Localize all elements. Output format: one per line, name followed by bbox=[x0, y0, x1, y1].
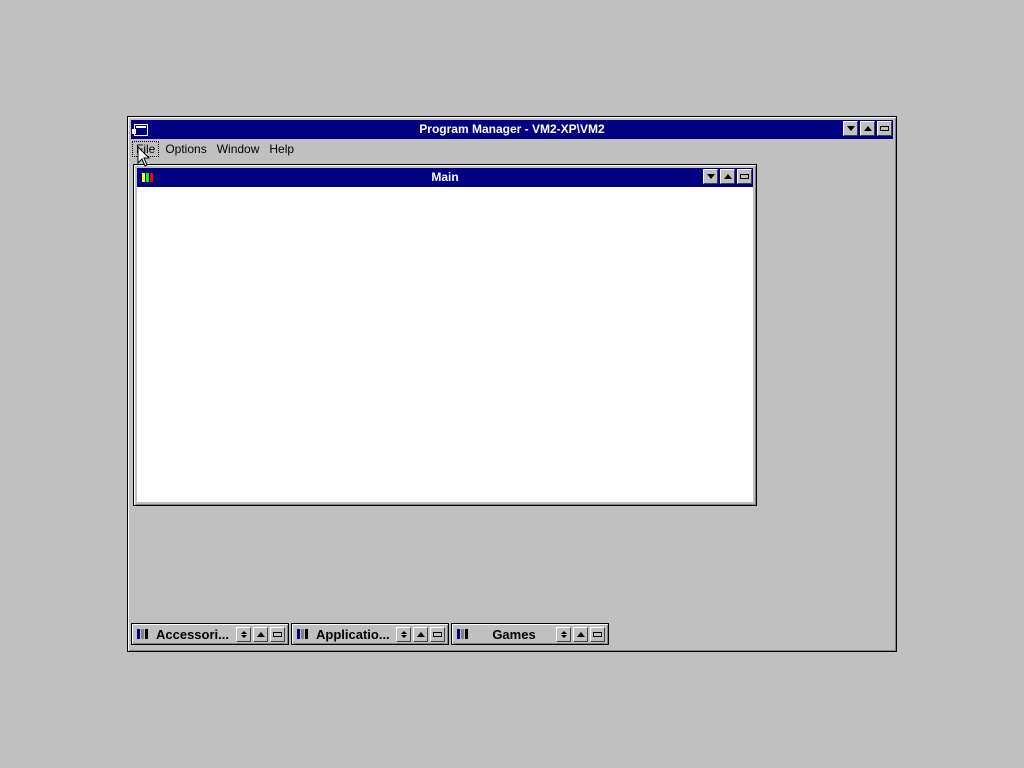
maximize-icon bbox=[416, 631, 425, 637]
group-label: Accessori... bbox=[156, 626, 229, 642]
group-maximize-button[interactable] bbox=[573, 626, 588, 642]
group-label: Applicatio... bbox=[316, 626, 390, 642]
group-accessories[interactable]: Accessori... bbox=[131, 623, 289, 645]
program-group-icon bbox=[457, 628, 471, 640]
program-manager-window: Program Manager - VM2-XP\VM2 File Option… bbox=[127, 116, 897, 652]
maximize-button[interactable] bbox=[860, 121, 875, 136]
program-group-icon bbox=[137, 628, 151, 640]
menu-bar: File Options Window Help bbox=[131, 139, 893, 159]
minimize-icon bbox=[846, 126, 855, 131]
group-maximize-button[interactable] bbox=[413, 626, 428, 642]
menu-window[interactable]: Window bbox=[212, 140, 265, 158]
menu-options[interactable]: Options bbox=[160, 140, 211, 158]
group-close-button[interactable] bbox=[430, 626, 445, 642]
main-minimize-button[interactable] bbox=[703, 169, 718, 184]
group-restore-button[interactable] bbox=[396, 626, 411, 642]
minimize-icon bbox=[593, 631, 602, 637]
program-group-icon bbox=[297, 628, 311, 640]
group-restore-button[interactable] bbox=[236, 626, 251, 642]
maximize-icon bbox=[863, 126, 872, 131]
program-manager-titlebar[interactable]: Program Manager - VM2-XP\VM2 bbox=[131, 120, 893, 139]
minimize-icon bbox=[433, 631, 442, 637]
mdi-client-area: Main Accessori... Applicatio... Games bbox=[131, 159, 893, 648]
menu-help[interactable]: Help bbox=[264, 140, 299, 158]
main-group-titlebar[interactable]: Main bbox=[137, 168, 753, 187]
group-games[interactable]: Games bbox=[451, 623, 609, 645]
restore-icon bbox=[560, 630, 567, 638]
main-group-client bbox=[137, 187, 753, 502]
maximize-icon bbox=[256, 631, 265, 637]
window-title: Program Manager - VM2-XP\VM2 bbox=[419, 122, 605, 136]
restore-icon bbox=[880, 126, 889, 131]
maximize-icon bbox=[723, 174, 732, 179]
minimize-icon bbox=[273, 631, 282, 637]
group-applications[interactable]: Applicatio... bbox=[291, 623, 449, 645]
maximize-icon bbox=[576, 631, 585, 637]
group-maximize-button[interactable] bbox=[253, 626, 268, 642]
restore-button[interactable] bbox=[877, 121, 892, 136]
group-restore-button[interactable] bbox=[556, 626, 571, 642]
group-label: Games bbox=[492, 626, 536, 642]
minimized-groups-row: Accessori... Applicatio... Games bbox=[131, 623, 609, 645]
main-restore-button[interactable] bbox=[737, 169, 752, 184]
minimize-button[interactable] bbox=[843, 121, 858, 136]
minimize-icon bbox=[706, 174, 715, 179]
mouse-pointer-icon bbox=[137, 146, 151, 167]
restore-icon bbox=[740, 174, 749, 179]
main-maximize-button[interactable] bbox=[720, 169, 735, 184]
group-close-button[interactable] bbox=[590, 626, 605, 642]
restore-icon bbox=[240, 630, 247, 638]
restore-icon bbox=[400, 630, 407, 638]
main-group-title: Main bbox=[431, 170, 459, 184]
main-group-window: Main bbox=[133, 164, 757, 506]
group-close-button[interactable] bbox=[270, 626, 285, 642]
